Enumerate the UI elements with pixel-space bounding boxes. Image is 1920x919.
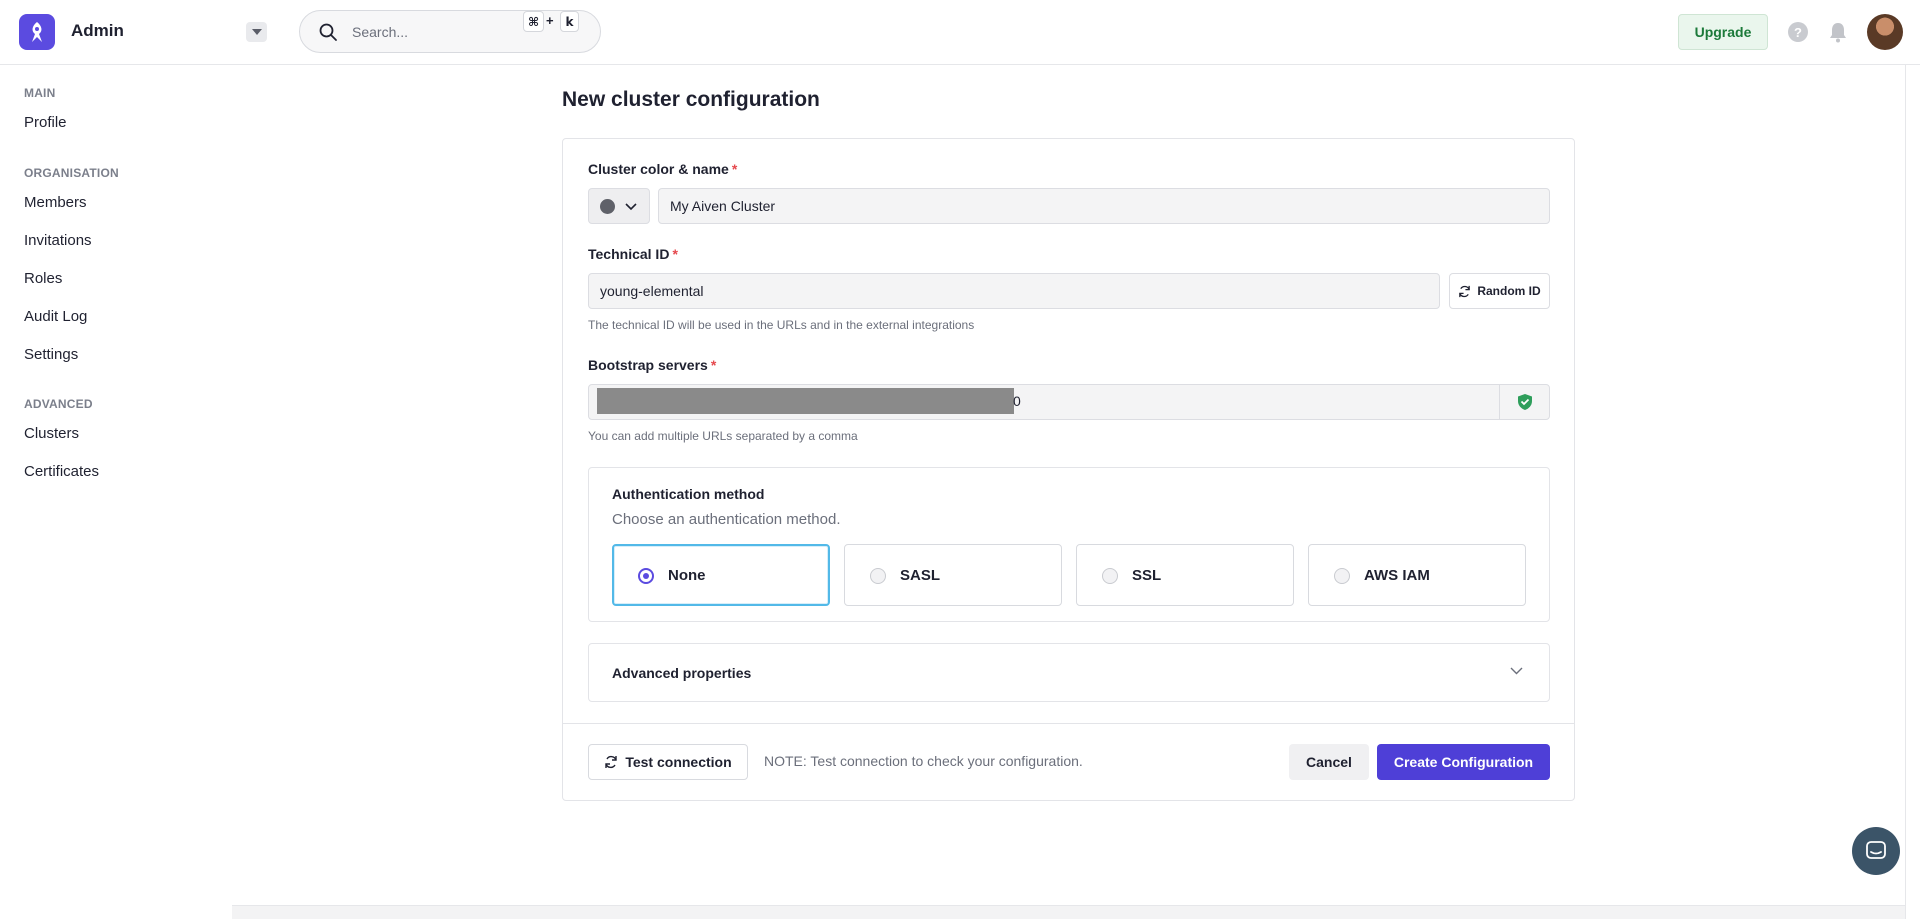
required-asterisk: * — [672, 246, 678, 262]
sidebar-item-profile[interactable]: Profile — [24, 114, 67, 131]
test-connection-note: NOTE: Test connection to check your conf… — [764, 753, 1083, 769]
chat-support-button[interactable] — [1852, 827, 1900, 875]
chevron-down-icon — [625, 203, 637, 211]
sidebar-item-members[interactable]: Members — [24, 194, 87, 211]
sidebar-item-audit-log[interactable]: Audit Log — [24, 308, 87, 325]
cluster-name-field[interactable]: My Aiven Cluster — [658, 188, 1550, 224]
app-title: Admin — [71, 21, 124, 40]
caret-down-icon — [251, 29, 262, 35]
user-avatar[interactable] — [1867, 14, 1903, 50]
sidebar: MAIN Profile ORGANISATION Members Invita… — [0, 65, 232, 919]
sidebar-item-invitations[interactable]: Invitations — [24, 232, 92, 249]
auth-option-sasl[interactable]: SASL — [844, 544, 1062, 606]
radio-unselected[interactable] — [870, 568, 886, 584]
shortcut-plus: + — [546, 13, 554, 28]
search-icon — [319, 23, 337, 41]
random-id-button[interactable]: Random ID — [1449, 273, 1550, 309]
create-configuration-button[interactable]: Create Configuration — [1377, 744, 1550, 780]
authentication-method-subtitle: Choose an authentication method. — [612, 511, 841, 528]
technical-id-hint: The technical ID will be used in the URL… — [588, 318, 975, 332]
upgrade-button[interactable]: Upgrade — [1678, 14, 1768, 50]
bootstrap-servers-hint: You can add multiple URLs separated by a… — [588, 429, 858, 443]
technical-id-label: Technical ID * — [588, 246, 678, 262]
advanced-properties-label: Advanced properties — [612, 665, 752, 681]
help-icon[interactable]: ? — [1788, 22, 1808, 42]
auth-option-ssl[interactable]: SSL — [1076, 544, 1294, 606]
radio-unselected[interactable] — [1102, 568, 1118, 584]
cluster-color-picker[interactable] — [588, 188, 650, 224]
auth-option-none[interactable]: None — [612, 544, 830, 606]
sidebar-item-clusters[interactable]: Clusters — [24, 425, 79, 442]
shield-check-icon — [1518, 394, 1532, 410]
notification-bell-icon[interactable] — [1828, 21, 1848, 43]
radio-unselected[interactable] — [1334, 568, 1350, 584]
refresh-icon — [1459, 285, 1471, 297]
search-placeholder: Search... — [352, 24, 409, 40]
sidebar-section-organisation: ORGANISATION — [24, 166, 119, 180]
required-asterisk: * — [731, 161, 738, 177]
auth-option-aws-iam[interactable]: AWS IAM — [1308, 544, 1526, 606]
search-input[interactable]: Search... — [299, 10, 601, 53]
authentication-method-title: Authentication method — [612, 486, 765, 502]
radio-selected[interactable] — [638, 568, 654, 584]
sidebar-section-advanced: ADVANCED — [24, 397, 93, 411]
shortcut-key-command: ⌘ — [523, 11, 545, 32]
technical-id-field[interactable]: young-elemental — [588, 273, 1440, 309]
auth-option-label: SSL — [1132, 567, 1162, 584]
color-swatch — [600, 199, 615, 214]
test-connection-label: Test connection — [625, 754, 732, 770]
vertical-scrollbar[interactable] — [1905, 65, 1906, 919]
test-connection-button[interactable]: Test connection — [588, 744, 748, 780]
app-switcher-dropdown[interactable] — [246, 22, 267, 42]
top-bar: Admin Search... ⌘ + k Upgrade ? — [0, 0, 1920, 65]
shortcut-key-k: k — [560, 11, 579, 32]
bootstrap-value-tail: 0 — [1013, 393, 1021, 409]
sidebar-item-roles[interactable]: Roles — [24, 270, 62, 287]
chevron-down-icon — [1510, 667, 1523, 675]
auth-option-label: AWS IAM — [1364, 567, 1430, 584]
page-title: New cluster configuration — [562, 88, 820, 111]
cancel-button[interactable]: Cancel — [1289, 744, 1369, 780]
sidebar-item-settings[interactable]: Settings — [24, 346, 78, 363]
verified-status — [1499, 384, 1550, 420]
sidebar-section-main: MAIN — [24, 86, 56, 100]
auth-option-label: SASL — [900, 567, 941, 584]
horizontal-scrollbar[interactable] — [232, 905, 1905, 919]
advanced-properties-accordion[interactable]: Advanced properties — [588, 643, 1550, 702]
aiven-logo-icon[interactable] — [19, 14, 55, 50]
form-footer-divider — [563, 723, 1574, 724]
sidebar-item-certificates[interactable]: Certificates — [24, 463, 99, 480]
redacted-bootstrap-value — [597, 388, 1014, 414]
auth-option-label: None — [668, 567, 706, 584]
refresh-icon — [605, 755, 618, 769]
cluster-name-label: Cluster color & name * — [588, 161, 738, 177]
chat-icon — [1866, 841, 1886, 859]
required-asterisk: * — [710, 357, 717, 373]
random-id-label: Random ID — [1477, 284, 1541, 298]
bootstrap-servers-label: Bootstrap servers * — [588, 357, 717, 373]
